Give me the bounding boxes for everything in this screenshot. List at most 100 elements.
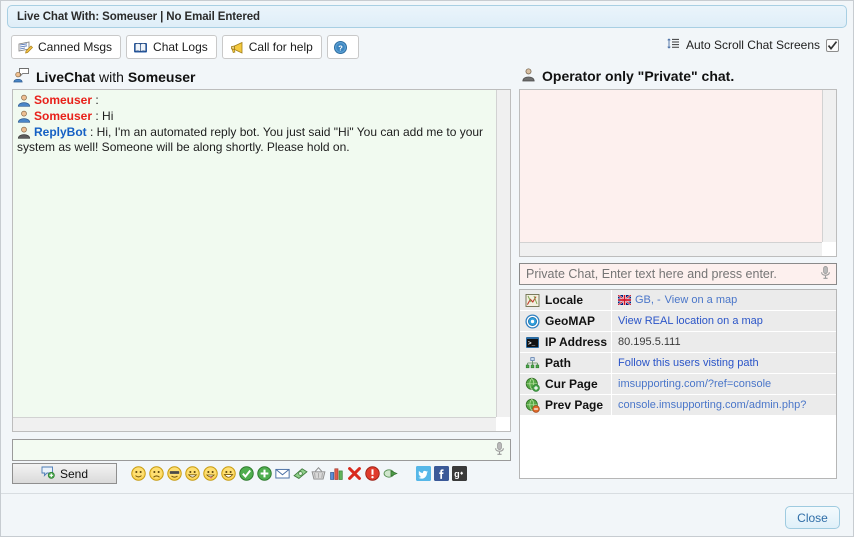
microphone-icon[interactable] [493,441,506,459]
close-button[interactable]: Close [785,506,840,529]
facebook-icon[interactable] [434,466,449,481]
livechat-heading: LiveChat with Someuser [13,67,196,86]
info-row-value: imsupporting.com/?ref=console [612,374,836,394]
exclamation-icon[interactable] [365,466,380,481]
visitor-info-panel: Locale GB, - View on a map GeoMAP View REAL… [519,289,837,479]
info-value-text[interactable]: GB, - [635,294,661,306]
chat-message: Someuser : [17,93,492,108]
grin-icon[interactable] [185,466,200,481]
livechat-username: Someuser [127,68,196,85]
info-row-label: >_ IP Address [520,332,612,352]
cool-icon[interactable] [167,466,182,481]
smile-icon[interactable] [131,466,146,481]
prevpage-icon [525,398,540,413]
private-chat-panel [519,89,837,257]
money-icon[interactable] [293,466,308,481]
chart-icon[interactable] [329,466,344,481]
envelope-icon[interactable] [275,466,290,481]
plus-green-icon[interactable] [257,466,272,481]
auto-scroll-control[interactable]: Auto Scroll Chat Screens [667,37,839,53]
sad-icon[interactable] [149,466,164,481]
microphone-icon[interactable] [819,265,832,283]
info-row: Locale GB, - View on a map [520,290,836,311]
googleplus-icon[interactable]: g [452,466,467,481]
private-chat-heading: Operator only "Private" chat. [521,67,734,85]
footer-divider [1,493,853,494]
message-text: : Hi [92,109,114,123]
curpage-icon [525,377,540,392]
geomap-icon [525,313,540,329]
info-label-text: Cur Page [545,377,598,391]
chat-vertical-scrollbar[interactable] [496,90,510,417]
info-row-value: console.imsupporting.com/admin.php? [612,395,836,415]
chat-bubble-person-icon [13,67,30,86]
forward-arrow-icon[interactable] [383,466,398,481]
chat-messages: Someuser : Someuser : Hi ReplyBot : Hi, I… [13,90,496,417]
social-toolbar: g [416,466,467,481]
info-row-value: 80.195.5.111 [612,332,836,352]
chat-message-input-wrap[interactable] [12,439,511,461]
svg-text:?: ? [338,43,343,52]
message-author: ReplyBot [34,125,87,139]
info-label-text: Path [545,356,572,370]
private-horizontal-scrollbar[interactable] [520,242,822,256]
laugh-icon[interactable] [221,466,236,481]
info-value-link[interactable]: View REAL location on a map [618,315,763,327]
info-row-label: Path [520,353,612,373]
private-chat-input[interactable] [524,266,819,282]
info-value-link[interactable]: View on a map [665,294,738,306]
chat-horizontal-scrollbar[interactable] [13,417,496,431]
info-row-value: Follow this users visting path [612,353,836,373]
info-label-text: IP Address [545,335,608,349]
auto-scroll-checkbox[interactable] [826,38,839,52]
auto-scroll-label: Auto Scroll Chat Screens [685,38,820,52]
message-text: : [92,93,99,107]
chat-message: ReplyBot : Hi, I'm an automated reply bo… [17,125,492,155]
svg-text:g: g [454,469,460,479]
message-author: Someuser [34,109,93,123]
send-button[interactable]: Send [12,463,117,484]
info-label-text: GeoMAP [545,314,596,328]
chat-message: Someuser : Hi [17,109,492,124]
operator-person-icon [521,67,536,85]
info-row-value: View REAL location on a map [612,311,836,331]
message-text: : Hi, I'm an automated reply bot. You ju… [17,125,484,154]
check-green-icon[interactable] [239,466,254,481]
send-label: Send [59,466,89,481]
info-value-text[interactable]: imsupporting.com/?ref=console [618,378,771,390]
message-author: Someuser [34,93,93,107]
info-value-text: 80.195.5.111 [618,336,681,348]
chat-transcript-panel: Someuser : Someuser : Hi ReplyBot : Hi, I… [12,89,511,432]
info-row: Path Follow this users visting path [520,353,836,374]
twitter-icon[interactable] [416,466,431,481]
private-chat-input-wrap[interactable] [519,263,837,285]
window-titlebar: Live Chat With: Someuser | No Email Ente… [7,5,847,28]
scroll-lines-icon [667,37,680,53]
chat-logs-button[interactable]: Chat Logs [126,35,217,59]
livechat-with: with [95,68,128,85]
info-row: Prev Page console.imsupporting.com/admin.… [520,395,836,416]
private-chat-messages [520,90,822,242]
info-value-link[interactable]: Follow this users visting path [618,357,759,369]
send-chat-icon [41,465,55,482]
info-row: >_ IP Address 80.195.5.111 [520,332,836,353]
megaphone-icon [229,40,244,55]
info-row: GeoMAP View REAL location on a map [520,311,836,332]
info-row-label: GeoMAP [520,311,612,331]
tongue-icon[interactable] [203,466,218,481]
basket-icon[interactable] [311,466,326,481]
info-value-text[interactable]: console.imsupporting.com/admin.php? [618,399,806,411]
call-for-help-button[interactable]: Call for help [221,35,322,59]
info-row-value: GB, - View on a map [612,290,836,310]
private-vertical-scrollbar[interactable] [822,90,836,242]
window-title: Live Chat With: Someuser | No Email Ente… [17,10,260,23]
help-button[interactable]: ? [326,35,359,59]
canned-msgs-button[interactable]: Canned Msgs [11,35,122,59]
svg-text:>_: >_ [528,340,536,347]
info-label-text: Prev Page [545,398,604,412]
livechat-window: Live Chat With: Someuser | No Email Ente… [0,0,854,537]
main-toolbar: Canned Msgs Chat Logs Call for help ? [11,35,359,59]
chat-message-input[interactable] [17,442,493,458]
chat-logs-label: Chat Logs [153,40,208,54]
red-x-icon[interactable] [347,466,362,481]
